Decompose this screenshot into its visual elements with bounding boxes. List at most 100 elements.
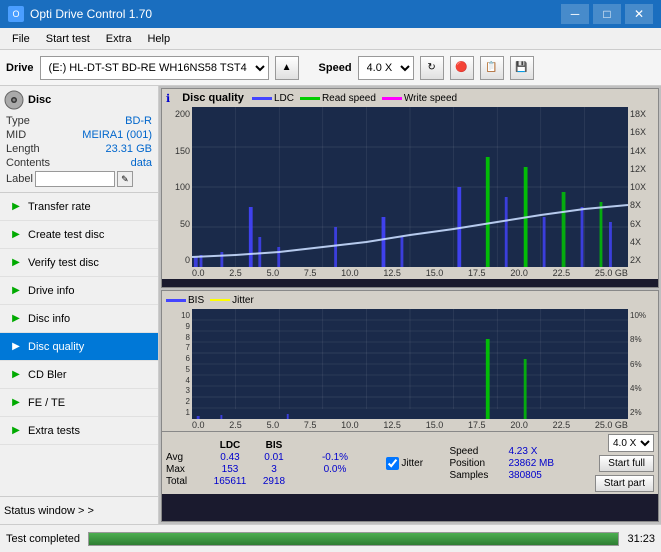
close-button[interactable]: ✕ xyxy=(625,4,653,24)
chart-top-svg-area xyxy=(192,107,628,267)
disc-type-row: Type BD-R xyxy=(4,114,154,128)
chart-top-x-axis: 0.0 2.5 5.0 7.5 10.0 12.5 15.0 17.5 20.0… xyxy=(162,267,658,279)
drive-info-icon: ▶ xyxy=(8,283,24,299)
main-area: Disc Type BD-R MID MEIRA1 (001) Length 2… xyxy=(0,86,661,524)
legend-jitter: Jitter xyxy=(210,295,254,306)
bis-color xyxy=(166,299,186,302)
chart-top-svg xyxy=(192,107,628,267)
maximize-button[interactable]: □ xyxy=(593,4,621,24)
chart-top-title: Disc quality xyxy=(182,92,244,104)
total-label: Total xyxy=(166,476,204,487)
sidebar-item-disc-info[interactable]: ▶ Disc info xyxy=(0,305,158,333)
status-window-label: Status window > > xyxy=(4,505,94,517)
menu-file[interactable]: File xyxy=(4,31,38,47)
chart-top-header: ℹ Disc quality LDC Read speed Write spee… xyxy=(162,89,658,107)
disc-contents-label: Contents xyxy=(6,157,50,169)
menu-help[interactable]: Help xyxy=(139,31,178,47)
disc-label-input[interactable] xyxy=(35,171,115,187)
disc-mid-value: MEIRA1 (001) xyxy=(82,129,152,141)
status-window-toggle[interactable]: Status window > > xyxy=(0,496,158,524)
legend-read: Read speed xyxy=(300,93,376,104)
refresh-button[interactable]: ↻ xyxy=(420,56,444,80)
sidebar-item-transfer-rate[interactable]: ▶ Transfer rate xyxy=(0,193,158,221)
avg-bis: 0.01 xyxy=(256,452,292,463)
disc-panel-title: Disc xyxy=(28,94,51,106)
sidebar-item-label-disc-quality: Disc quality xyxy=(28,341,84,353)
disc-mid-label: MID xyxy=(6,129,26,141)
minimize-button[interactable]: ─ xyxy=(561,4,589,24)
bis-header: BIS xyxy=(256,440,292,451)
legend-read-label: Read speed xyxy=(322,93,376,104)
legend-ldc-label: LDC xyxy=(274,93,294,104)
label-edit-button[interactable]: ✎ xyxy=(117,171,133,187)
speed-selector[interactable]: 4.0 X xyxy=(358,56,414,80)
sidebar-item-extra-tests[interactable]: ▶ Extra tests xyxy=(0,417,158,445)
save-button[interactable]: 💾 xyxy=(510,56,534,80)
avg-jitter: -0.1% xyxy=(310,452,360,463)
scan-button[interactable]: 📋 xyxy=(480,56,504,80)
eject-button[interactable]: ▲ xyxy=(275,56,299,80)
speed-label: Speed xyxy=(319,62,352,74)
total-bis: 2918 xyxy=(256,476,292,487)
speed-select-stats[interactable]: 4.0 X xyxy=(608,434,654,452)
verify-test-disc-icon: ▶ xyxy=(8,255,24,271)
menubar: File Start test Extra Help xyxy=(0,28,661,50)
disc-type-value: BD-R xyxy=(125,115,152,127)
sidebar-item-verify-test-disc[interactable]: ▶ Verify test disc xyxy=(0,249,158,277)
disc-header: Disc xyxy=(4,90,154,110)
sidebar-item-create-test-disc[interactable]: ▶ Create test disc xyxy=(0,221,158,249)
samples-label: Samples xyxy=(449,470,504,481)
write-color xyxy=(382,97,402,100)
sidebar-item-drive-info[interactable]: ▶ Drive info xyxy=(0,277,158,305)
disc-info-icon: ▶ xyxy=(8,311,24,327)
disc-length-row: Length 23.31 GB xyxy=(4,142,154,156)
start-part-button[interactable]: Start part xyxy=(595,475,654,492)
chart-top-body: 200 150 100 50 0 xyxy=(162,107,658,267)
window-controls: ─ □ ✕ xyxy=(561,4,653,24)
jitter-header xyxy=(310,440,360,451)
disc-panel: Disc Type BD-R MID MEIRA1 (001) Length 2… xyxy=(0,86,158,193)
legend-ldc: LDC xyxy=(252,93,294,104)
chart-bottom-y-left: 10 9 8 7 6 5 4 3 2 1 xyxy=(162,309,192,419)
disc-label-label: Label xyxy=(6,173,33,185)
sidebar: Disc Type BD-R MID MEIRA1 (001) Length 2… xyxy=(0,86,159,524)
sidebar-item-label-verify-test-disc: Verify test disc xyxy=(28,257,99,269)
stats-grid: LDC BIS Avg 0.43 0.01 -0.1% Max 153 3 0.… xyxy=(166,440,360,487)
status-time: 31:23 xyxy=(627,533,655,545)
chart-top-y-left: 200 150 100 50 0 xyxy=(162,107,192,267)
titlebar: O Opti Drive Control 1.70 ─ □ ✕ xyxy=(0,0,661,28)
sidebar-item-fe-te[interactable]: ▶ FE / TE xyxy=(0,389,158,417)
jitter-checkbox[interactable] xyxy=(386,457,399,470)
disc-quality-chart: ℹ Disc quality LDC Read speed Write spee… xyxy=(161,88,659,288)
legend-bis-label: BIS xyxy=(188,295,204,306)
legend-bis: BIS xyxy=(166,295,204,306)
statusbar: Test completed 31:23 xyxy=(0,524,661,552)
legend-jitter-label: Jitter xyxy=(232,295,254,306)
disc-icon xyxy=(4,90,24,110)
avg-label: Avg xyxy=(166,452,204,463)
content-area: ℹ Disc quality LDC Read speed Write spee… xyxy=(159,86,661,524)
read-color xyxy=(300,97,320,100)
disc-mid-row: MID MEIRA1 (001) xyxy=(4,128,154,142)
max-jitter: 0.0% xyxy=(310,464,360,475)
sidebar-item-label-drive-info: Drive info xyxy=(28,285,74,297)
chart-bottom-body: 10 9 8 7 6 5 4 3 2 1 xyxy=(162,309,658,419)
max-ldc: 153 xyxy=(208,464,252,475)
sidebar-item-disc-quality[interactable]: ▶ Disc quality xyxy=(0,333,158,361)
app-icon-text: O xyxy=(12,9,19,19)
start-buttons-area: 4.0 X Start full Start part xyxy=(595,434,654,492)
extra-tests-icon: ▶ xyxy=(8,423,24,439)
drive-selector[interactable]: (E:) HL-DT-ST BD-RE WH16NS58 TST4 xyxy=(40,56,269,80)
speed-stat-value: 4.23 X xyxy=(508,446,568,457)
start-full-button[interactable]: Start full xyxy=(599,455,654,472)
legend-write-label: Write speed xyxy=(404,93,457,104)
burn-button[interactable]: 🔴 xyxy=(450,56,474,80)
disc-quality-icon: ▶ xyxy=(8,339,24,355)
sidebar-item-cd-bler[interactable]: ▶ CD Bler xyxy=(0,361,158,389)
jitter-color xyxy=(210,299,230,301)
sidebar-item-label-cd-bler: CD Bler xyxy=(28,369,67,381)
menu-extra[interactable]: Extra xyxy=(98,31,140,47)
total-ldc: 165611 xyxy=(208,476,252,487)
menu-start-test[interactable]: Start test xyxy=(38,31,98,47)
position-label: Position xyxy=(449,458,504,469)
